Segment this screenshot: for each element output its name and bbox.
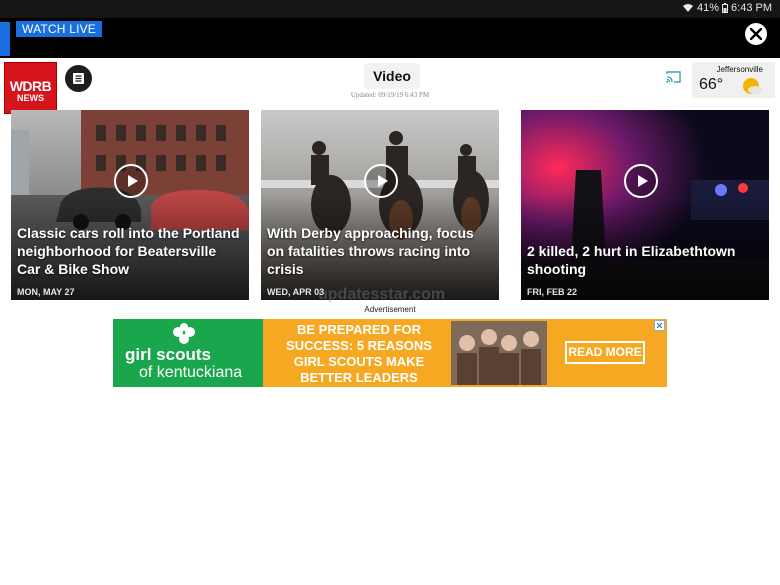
close-icon — [750, 28, 762, 40]
ad-close-button[interactable] — [654, 320, 665, 331]
read-more-button[interactable]: READ MORE — [565, 341, 645, 364]
close-icon — [656, 322, 663, 329]
play-button[interactable] — [114, 164, 148, 198]
video-card[interactable]: Classic cars roll into the Portland neig… — [11, 110, 249, 300]
status-icons: 41% 6:43 PM — [682, 2, 772, 14]
play-icon — [378, 175, 388, 187]
advertisement-label: Advertisement — [364, 305, 416, 314]
cast-button[interactable] — [665, 70, 682, 89]
list-menu-icon — [73, 73, 84, 84]
ad-photo — [451, 321, 547, 385]
wdrb-logo[interactable]: WDRB NEWS — [4, 62, 57, 114]
ad-brand-panel: girl scouts of kentuckiana — [113, 319, 263, 387]
ad-headline: BE PREPARED FOR SUCCESS: 5 REASONS GIRL … — [286, 322, 432, 385]
wifi-icon — [683, 4, 693, 12]
card-title[interactable]: 2 killed, 2 hurt in Elizabethtown shooti… — [527, 242, 763, 278]
logo-subtitle: NEWS — [17, 93, 44, 103]
updated-timestamp: Updated: 09/19/19 6:43 PM — [350, 91, 430, 99]
weather-temperature: 66° — [699, 76, 724, 93]
weather-widget[interactable]: Jeffersonville 66° — [692, 62, 775, 98]
weather-location: Jeffersonville — [716, 65, 763, 74]
app-header: WDRB NEWS Video Updated: 09/19/19 6:43 P… — [0, 58, 780, 114]
status-time: 6:43 PM — [731, 2, 772, 14]
cast-icon — [666, 71, 681, 83]
play-icon — [638, 175, 648, 187]
logo-wordmark: WDRB — [9, 78, 52, 94]
watermark: updatesstar.com — [318, 286, 446, 303]
watch-live-badge[interactable]: WATCH LIVE — [16, 21, 103, 37]
live-bar[interactable]: WATCH LIVE — [0, 18, 780, 58]
battery-icon — [722, 3, 729, 13]
card-title[interactable]: Classic cars roll into the Portland neig… — [17, 224, 243, 278]
video-card[interactable]: With Derby approaching, focus on fatalit… — [261, 110, 499, 300]
play-icon — [128, 175, 138, 187]
trefoil-icon — [173, 323, 195, 344]
play-button[interactable] — [364, 164, 398, 198]
ad-brand-region: of kentuckiana — [139, 364, 243, 381]
card-date: WED, APR 03 — [267, 287, 325, 297]
card-title[interactable]: With Derby approaching, focus on fatalit… — [267, 224, 493, 278]
battery-percent: 41% — [697, 2, 720, 14]
card-date: MON, MAY 27 — [17, 287, 75, 297]
ad-brand-name: girl scouts — [125, 345, 211, 364]
close-button[interactable] — [745, 23, 767, 45]
video-card[interactable]: 2 killed, 2 hurt in Elizabethtown shooti… — [521, 110, 769, 300]
ad-banner[interactable]: girl scouts of kentuckiana BE PREPARED F… — [113, 319, 667, 387]
menu-button[interactable] — [65, 65, 92, 92]
live-accent — [0, 22, 10, 56]
play-button[interactable] — [624, 164, 658, 198]
status-bar: 41% 6:43 PM — [0, 0, 780, 18]
sun-icon — [743, 78, 762, 94]
page-title: Video — [364, 63, 420, 89]
card-date: FRI, FEB 22 — [527, 287, 578, 297]
